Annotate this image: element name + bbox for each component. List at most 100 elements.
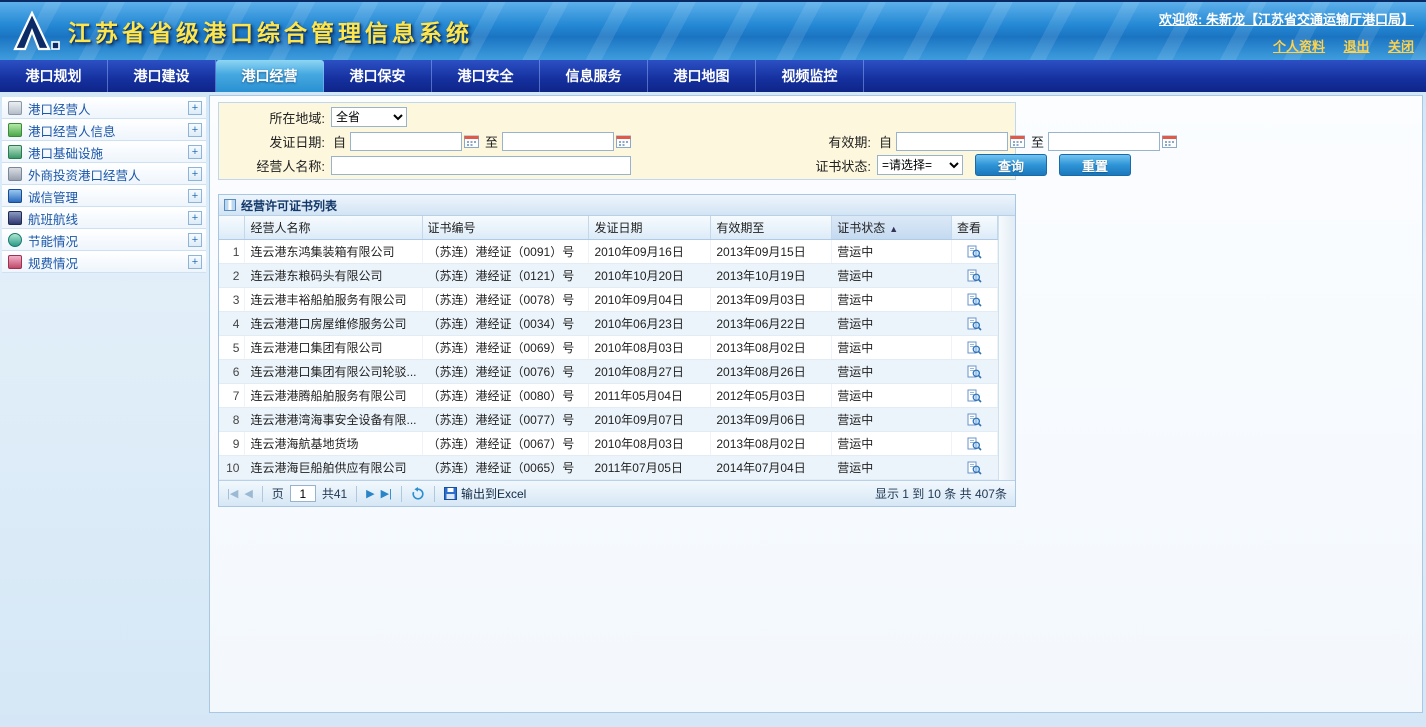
calendar-icon[interactable] [1010,134,1025,148]
valid-until-cell: 2013年08月26日 [711,360,832,384]
row-number-cell: 3 [219,288,245,312]
view-detail-icon[interactable] [967,389,982,403]
table-row[interactable]: 8 连云港港湾海事安全设备有限... （苏连）港经证（0077）号 2010年0… [219,408,998,432]
pagination-bar: 页 共41 输出到Excel [219,480,1015,506]
col-view: 查看 [952,216,998,240]
view-cell [952,408,998,432]
table-row[interactable]: 2 连云港东粮码头有限公司 （苏连）港经证（0121）号 2010年10月20日… [219,264,998,288]
table-scrollbar[interactable] [998,216,1015,480]
region-select[interactable]: 全省 [331,107,407,127]
view-cell [952,264,998,288]
expand-plus-icon[interactable] [188,189,202,203]
top-header: 江苏省省级港口综合管理信息系统 欢迎您: 朱新龙【江苏省交通运输厅港口局】 个人… [0,0,1426,60]
issue-date-from-input[interactable] [350,132,462,151]
expand-plus-icon[interactable] [188,211,202,225]
valid-date-from-input[interactable] [896,132,1008,151]
view-detail-icon[interactable] [967,365,982,379]
table-row[interactable]: 10 连云港海巨船舶供应有限公司 （苏连）港经证（0065）号 2011年07月… [219,456,998,480]
expand-plus-icon[interactable] [188,233,202,247]
col-valid-until[interactable]: 有效期至 [711,216,832,240]
calendar-icon[interactable] [464,134,479,148]
valid-date-to-input[interactable] [1048,132,1160,151]
valid-until-cell: 2013年06月22日 [711,312,832,336]
view-detail-icon[interactable] [967,269,982,283]
expand-plus-icon[interactable] [188,101,202,115]
calendar-icon[interactable] [1162,134,1177,148]
expand-plus-icon[interactable] [188,123,202,137]
expand-plus-icon[interactable] [188,167,202,181]
tab-port-safety[interactable]: 港口安全 [432,60,540,92]
table-row[interactable]: 5 连云港港口集团有限公司 （苏连）港经证（0069）号 2010年08月03日… [219,336,998,360]
table-row[interactable]: 1 连云港东鸿集装箱有限公司 （苏连）港经证（0091）号 2010年09月16… [219,240,998,264]
view-cell [952,360,998,384]
sidebar-item-foreign-investors[interactable]: 外商投资港口经营人 [2,163,206,185]
view-detail-icon[interactable] [967,461,982,475]
sidebar-item-operator-info[interactable]: 港口经营人信息 [2,119,206,141]
operator-name-label: 经营人名称: [219,156,331,175]
query-button[interactable]: 查询 [975,154,1047,176]
sidebar-item-fees[interactable]: 规费情况 [2,251,206,273]
tab-port-security[interactable]: 港口保安 [324,60,432,92]
view-detail-icon[interactable] [967,293,982,307]
cert-status-select[interactable]: =请选择= [877,155,963,175]
issue-date-cell: 2010年08月03日 [589,432,711,456]
col-operator-name[interactable]: 经营人名称 [245,216,422,240]
table-row[interactable]: 7 连云港港腾船舶服务有限公司 （苏连）港经证（0080）号 2011年05月0… [219,384,998,408]
col-cert-status[interactable]: 证书状态▲ [832,216,952,240]
sidebar-item-shipping-routes[interactable]: 航班航线 [2,207,206,229]
cert-status-cell: 营运中 [832,408,952,432]
view-detail-icon[interactable] [967,317,982,331]
row-number-cell: 7 [219,384,245,408]
cert-no-cell: （苏连）港经证（0121）号 [422,264,589,288]
prev-page-button[interactable] [244,487,252,500]
tab-video-monitor[interactable]: 视频监控 [756,60,864,92]
tab-port-map[interactable]: 港口地图 [648,60,756,92]
refresh-icon[interactable] [411,487,425,501]
sidebar-item-energy-saving[interactable]: 节能情况 [2,229,206,251]
col-issue-date[interactable]: 发证日期 [589,216,711,240]
operator-name-cell: 连云港丰裕船舶服务有限公司 [245,288,422,312]
table-row[interactable]: 3 连云港丰裕船舶服务有限公司 （苏连）港经证（0078）号 2010年09月0… [219,288,998,312]
cert-status-cell: 营运中 [832,336,952,360]
expand-plus-icon[interactable] [188,145,202,159]
tab-port-construction[interactable]: 港口建设 [108,60,216,92]
table-row[interactable]: 6 连云港港口集团有限公司轮驳... （苏连）港经证（0076）号 2010年0… [219,360,998,384]
app-logo-icon [10,10,62,57]
view-detail-icon[interactable] [967,341,982,355]
reset-button[interactable]: 重置 [1059,154,1131,176]
view-detail-icon[interactable] [967,245,982,259]
tab-port-planning[interactable]: 港口规划 [0,60,108,92]
table-row[interactable]: 4 连云港港口房屋维修服务公司 （苏连）港经证（0034）号 2010年06月2… [219,312,998,336]
view-cell [952,288,998,312]
tab-port-operation[interactable]: 港口经营 [216,60,324,92]
sidebar-item-credit-management[interactable]: 诚信管理 [2,185,206,207]
first-page-button[interactable] [227,487,238,500]
sidebar-item-port-operators[interactable]: 港口经营人 [2,97,206,119]
next-page-button[interactable] [366,487,374,500]
view-cell [952,240,998,264]
last-page-button[interactable] [381,487,392,500]
table-row[interactable]: 9 连云港海航基地货场 （苏连）港经证（0067）号 2010年08月03日 2… [219,432,998,456]
calendar-icon[interactable] [616,134,631,148]
view-detail-icon[interactable] [967,413,982,427]
export-excel-button[interactable]: 输出到Excel [444,485,526,502]
operator-name-input[interactable] [331,156,631,175]
profile-link[interactable]: 个人资料 [1273,39,1325,54]
close-link[interactable]: 关闭 [1388,39,1414,54]
sort-asc-icon: ▲ [889,224,898,234]
operator-name-cell: 连云港港口集团有限公司 [245,336,422,360]
logout-link[interactable]: 退出 [1344,39,1370,54]
issue-date-to-input[interactable] [502,132,614,151]
expand-plus-icon[interactable] [188,255,202,269]
view-detail-icon[interactable] [967,437,982,451]
page-number-input[interactable] [290,485,316,502]
valid-until-cell: 2013年09月15日 [711,240,832,264]
valid-until-cell: 2013年10月19日 [711,264,832,288]
sidebar-item-port-infrastructure[interactable]: 港口基础设施 [2,141,206,163]
tab-info-service[interactable]: 信息服务 [540,60,648,92]
issue-date-cell: 2010年06月23日 [589,312,711,336]
cert-status-cell: 营运中 [832,360,952,384]
col-cert-no[interactable]: 证书编号 [422,216,589,240]
row-number-cell: 9 [219,432,245,456]
search-panel: 所在地域: 全省 发证日期: 自 [218,102,1016,180]
